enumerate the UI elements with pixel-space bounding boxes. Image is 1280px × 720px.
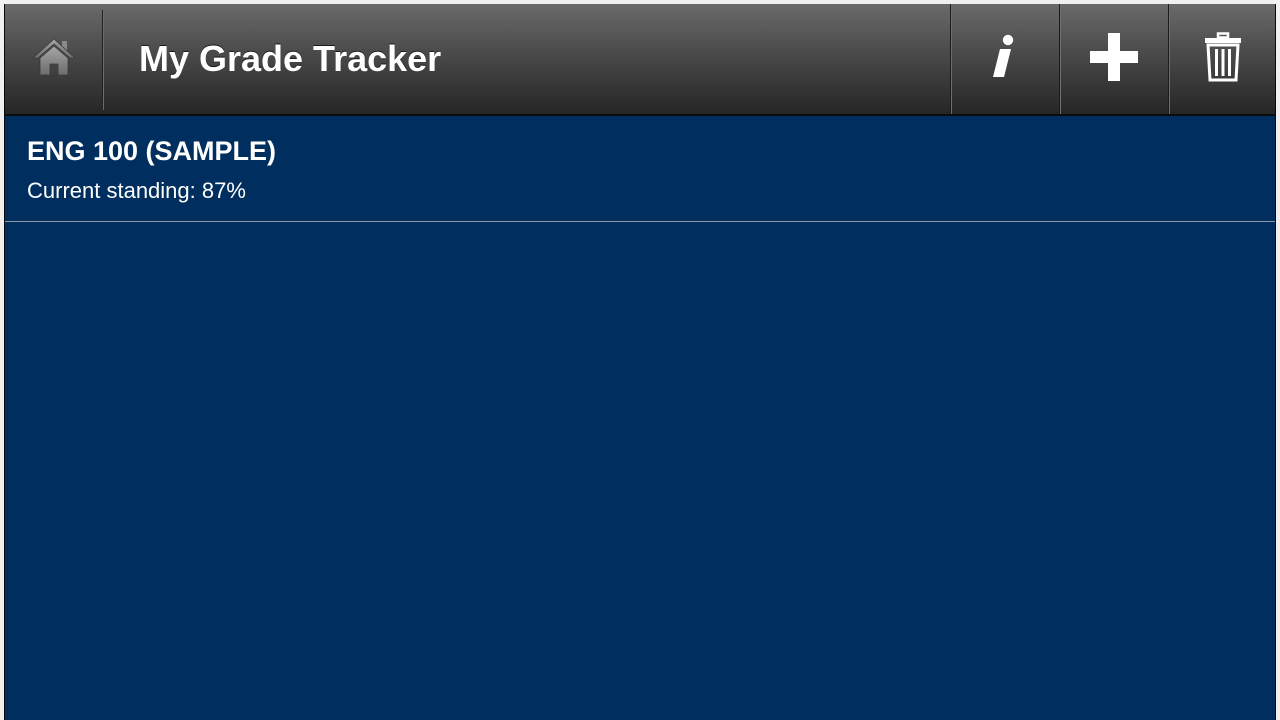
course-name: ENG 100 (SAMPLE) <box>27 136 277 166</box>
course-list: ENG 100 (SAMPLE) Current standing: 87% <box>5 116 1275 720</box>
home-icon <box>31 36 77 83</box>
app-title: My Grade Tracker <box>139 38 442 79</box>
add-course-button[interactable] <box>1059 4 1167 114</box>
top-toolbar: My Grade Tracker <box>5 4 1275 116</box>
trash-icon <box>1204 31 1242 87</box>
toolbar-divider <box>102 10 103 110</box>
plus-icon <box>1089 32 1139 87</box>
delete-button[interactable] <box>1168 4 1275 114</box>
course-list-item[interactable]: ENG 100 (SAMPLE) Current standing: 87% <box>5 116 1275 222</box>
course-standing: Current standing: 87% <box>27 178 246 203</box>
home-button[interactable] <box>5 4 103 114</box>
info-icon <box>990 33 1020 86</box>
app-window: My Grade Tracker ENG 100 (SAMPLE) Curren… <box>4 4 1276 720</box>
info-button[interactable] <box>950 4 1058 114</box>
